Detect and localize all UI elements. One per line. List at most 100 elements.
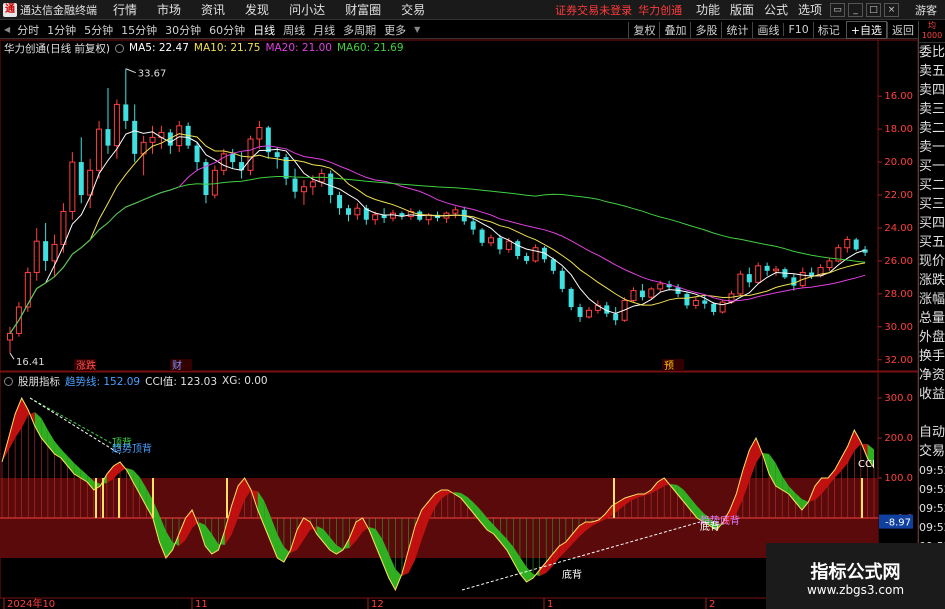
price-tick-label: 28.00 [884,289,913,300]
candle-body [497,237,503,250]
candle-body [132,120,138,154]
ma-line-ma10 [9,133,866,334]
side-panel-item[interactable]: 卖三 [919,100,945,119]
candle-body [256,126,263,140]
price-frame [0,39,918,372]
candle-body [309,181,316,188]
candle-body [737,273,744,295]
divergence-label: 底背 [562,568,582,581]
price-chart [7,68,868,354]
side-panel-item[interactable]: 09:52 [919,480,945,499]
side-panel-item[interactable]: 委比 [919,43,945,62]
candle-body [292,178,298,192]
side-panel-item[interactable]: 卖五 [919,62,945,81]
candle-body [648,288,655,298]
side-panel-item[interactable]: 买三 [919,195,945,214]
side-panel-item[interactable]: 09:52 [919,499,945,518]
ind-tick-label: 300.0 [884,393,913,404]
candle-body [826,260,833,269]
side-panel-item[interactable]: 净资 [919,366,945,385]
candle-body [354,207,361,216]
candle-body [746,274,752,283]
candle-body [585,309,592,318]
candle-body [487,237,494,244]
candle-body [844,239,851,249]
candle-body [505,240,512,250]
ma-line-ma20 [9,145,866,334]
candle-body [550,259,556,271]
event-marker: 预 [664,360,674,372]
side-panel-item[interactable]: 交易 [919,442,945,461]
watermark: 指标公式网 www.zbgs3.com [766,543,945,609]
candle-body [194,145,200,163]
candle-body [69,161,76,212]
watermark-title: 指标公式网 [810,562,901,583]
side-panel-item[interactable]: 买二 [919,176,945,195]
high-price-label: 33.67 [138,69,167,80]
cci-ribbon [847,430,855,463]
divergence-label: CCI [858,459,875,470]
price-tick-label: 18.00 [884,124,913,135]
side-panel-item[interactable]: 买四 [919,214,945,233]
cci-ribbon [61,449,68,466]
candle-body [96,128,103,171]
candle-body [684,293,690,306]
cci-ribbon [34,412,42,438]
price-tick-label: 22.00 [884,190,913,201]
candle-body [452,209,459,214]
candle-body [657,283,664,290]
side-panel-item[interactable]: 涨幅 [919,290,945,309]
side-panel-item[interactable] [919,404,945,423]
candle-body [755,265,762,283]
low-pointer [9,352,15,360]
high-pointer [125,68,136,74]
side-panel-item[interactable]: 卖一 [919,138,945,157]
ma-line-ma5 [9,130,866,334]
candle-body [7,332,13,341]
side-panel-item[interactable]: 买一 [919,157,945,176]
side-panel-item[interactable]: 外盘 [919,328,945,347]
watermark-url: www.zbgs3.com [806,583,905,597]
candle-body [176,125,183,147]
candle-body [702,300,708,304]
cci-ribbon [67,456,75,474]
date-label: 2 [709,599,715,609]
candle-body [853,239,859,250]
candle-body [211,169,218,196]
candle-body [692,299,699,306]
candle-body [791,277,797,286]
side-panel-item[interactable]: 现价 [919,252,945,271]
cci-ribbon [775,463,783,490]
side-panel-item[interactable]: 09:52 [919,518,945,537]
quote-side-panel: 均 1000 委比 卖五 卖四 卖三 卖二 卖一 买一 买二 买三 买四 买五 现价 涨跌 涨幅 总量 外盘换… [918,21,945,609]
date-label: 12 [371,599,384,609]
event-marker: 财 [172,359,182,372]
candle-body [764,265,770,271]
side-panel-item[interactable]: 收益 [919,385,945,404]
guest-login[interactable]: 游客 [915,2,937,18]
price-tick-label: 32.00 [884,355,913,366]
candle-body [559,270,565,289]
candle-body [639,290,645,298]
candle-body [809,272,815,276]
side-panel-item[interactable]: 涨跌 [919,271,945,290]
cci-ribbon [21,398,29,428]
side-panel-item[interactable]: 换手 [919,347,945,366]
side-panel-item[interactable]: 自动 [919,423,945,442]
cci-ribbon [841,446,848,471]
price-tick-label: 26.00 [884,256,913,267]
date-label: 11 [195,599,208,609]
side-panel-item[interactable]: 买五 [919,233,945,252]
side-panel-item[interactable]: 09:52 [919,461,945,480]
candle-body [265,127,271,153]
side-panel-item[interactable]: 总量 [919,309,945,328]
candle-body [630,290,637,301]
side-panel-item[interactable]: 卖四 [919,81,945,100]
candle-body [568,288,574,308]
side-panel-item[interactable]: 卖二 [919,119,945,138]
date-label: 2024年10 [7,597,55,609]
price-tick-label: 20.00 [884,157,913,168]
candle-body [345,208,351,215]
chart-area[interactable]: 32.00 30.00 28.00 26.00 24.00 22.00 20.00 18.00… [0,0,918,609]
candle-body [719,301,726,313]
